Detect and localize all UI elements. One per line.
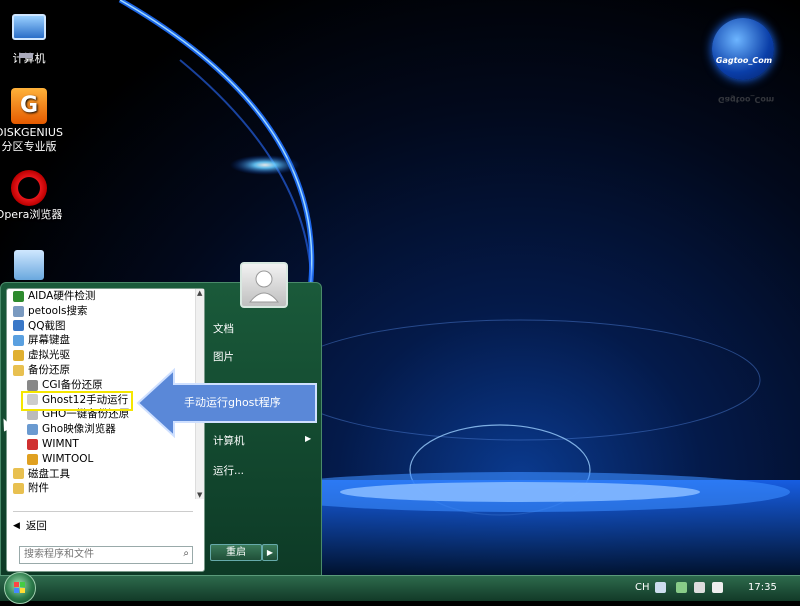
network-tray-icon[interactable] <box>676 582 687 593</box>
folder-icon <box>13 468 24 480</box>
program-item[interactable]: 屏幕键盘 <box>7 333 195 348</box>
program-label: 备份还原 <box>28 363 70 376</box>
keyboard-icon <box>13 335 24 347</box>
start-button[interactable] <box>4 572 36 604</box>
program-item[interactable]: WIMNT <box>7 437 195 452</box>
brand-logo-reflection: Gagtoo_Com <box>718 95 775 104</box>
program-label: petools搜索 <box>28 304 88 317</box>
folder-icon <box>13 364 24 376</box>
program-label: 磁盘工具 <box>28 467 70 480</box>
wimtool-icon <box>27 453 38 465</box>
volume-icon[interactable] <box>712 582 723 593</box>
program-label: 屏幕键盘 <box>28 334 70 347</box>
petools-icon <box>13 305 24 317</box>
start-right-pictures[interactable]: 图片 <box>213 349 234 364</box>
restart-options-button[interactable]: ▶ <box>262 544 278 561</box>
back-label: 返回 <box>25 520 47 532</box>
program-item[interactable]: 虚拟光驱 <box>7 348 195 363</box>
windows-logo-icon <box>14 582 25 593</box>
diskgenius-icon: G <box>11 88 47 124</box>
program-label: WIMTOOL <box>42 452 94 465</box>
program-label: Gho映像浏览器 <box>42 423 116 436</box>
search-box[interactable]: ⌕ <box>19 546 193 564</box>
highlight-box <box>21 391 133 411</box>
scroll-up-icon[interactable]: ▲ <box>197 289 202 297</box>
opera-icon <box>11 170 47 206</box>
desktop-icon-opera[interactable]: Opera浏览器 <box>0 170 64 222</box>
program-item[interactable]: QQ截图 <box>7 319 195 334</box>
program-label: QQ截图 <box>28 319 66 332</box>
aida64-icon <box>13 290 24 302</box>
desktop-icon-computer[interactable]: 计算机 <box>0 8 64 66</box>
program-item[interactable]: 磁盘工具 <box>7 467 195 482</box>
program-label: AIDA硬件检测 <box>28 290 96 302</box>
folder-icon <box>13 483 24 495</box>
divider <box>13 511 193 512</box>
search-input[interactable] <box>20 547 174 562</box>
program-label: 虚拟光驱 <box>28 349 70 362</box>
back-arrow-icon: ◀ <box>13 520 20 531</box>
desktop-icon-diskgenius[interactable]: G DISKGENIUS 分区专业版 <box>0 88 64 154</box>
document-icon <box>14 250 44 280</box>
keyboard-tray-icon[interactable] <box>655 582 666 593</box>
user-silhouette-icon <box>248 270 280 303</box>
clock[interactable]: 17:35 <box>748 582 777 593</box>
scroll-down-icon[interactable]: ▼ <box>197 491 202 499</box>
desktop-icon-label: Opera浏览器 <box>0 208 63 221</box>
program-item[interactable]: AIDA硬件检测 <box>7 289 195 304</box>
desktop-icon-label: DISKGENIUS 分区专业版 <box>0 126 63 153</box>
start-right-run[interactable]: 运行... <box>213 463 244 478</box>
start-right-documents[interactable]: 文档 <box>213 321 234 336</box>
desktop-icon-partial[interactable] <box>0 250 64 282</box>
program-item[interactable]: 附件 <box>7 481 195 496</box>
program-label: WIMNT <box>42 437 79 450</box>
brand-logo-text: Gagtoo_Com <box>715 56 773 65</box>
wimnt-icon <box>27 438 38 450</box>
search-icon[interactable]: ⌕ <box>183 548 189 559</box>
virtual-drive-icon <box>13 350 24 362</box>
action-center-icon[interactable] <box>694 582 705 593</box>
brand-logo <box>712 18 774 80</box>
user-avatar[interactable] <box>240 262 288 308</box>
language-indicator[interactable]: CH <box>635 582 650 593</box>
program-label: 附件 <box>28 482 49 495</box>
gho-viewer-icon <box>27 424 38 436</box>
restart-button[interactable]: 重启 <box>210 544 262 561</box>
computer-icon <box>11 14 47 50</box>
cgi-icon <box>27 379 38 391</box>
qq-screenshot-icon <box>13 320 24 332</box>
callout-text: 手动运行ghost程序 <box>184 396 281 409</box>
back-button[interactable]: ◀ 返回 <box>13 518 47 533</box>
program-item[interactable]: WIMTOOL <box>7 452 195 467</box>
program-item[interactable]: petools搜索 <box>7 304 195 319</box>
